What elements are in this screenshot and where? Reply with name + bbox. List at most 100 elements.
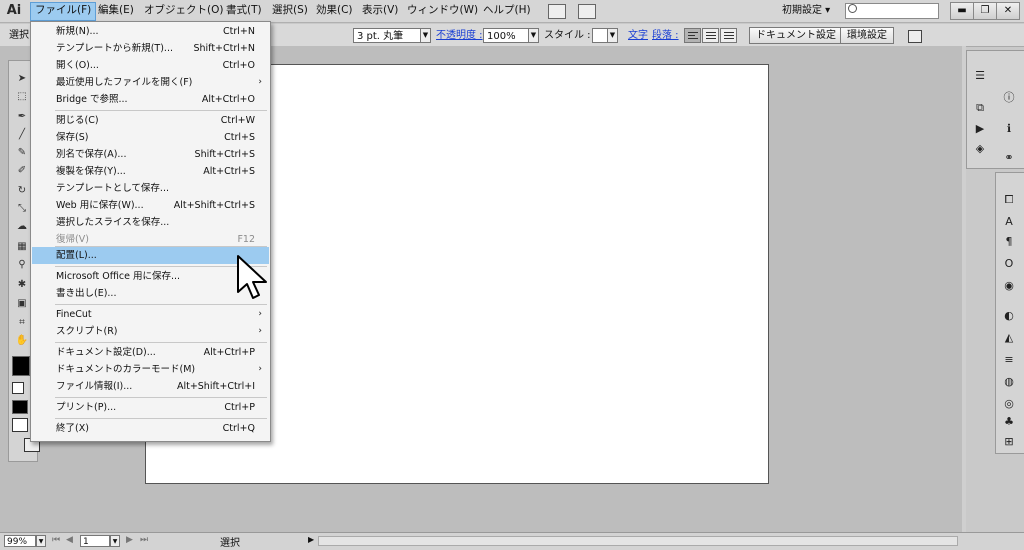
menu-item-exit[interactable]: 終了(X) Ctrl+Q: [32, 420, 269, 437]
menu-item-save-selected-slices[interactable]: 選択したスライスを保存...: [32, 214, 269, 231]
menu-item-document-setup[interactable]: ドキュメント設定(D)... Alt+Ctrl+P: [32, 344, 269, 361]
document-setup-button[interactable]: ドキュメント設定: [749, 27, 843, 44]
paragraph-link[interactable]: 段落 :: [652, 29, 679, 43]
appearance-icon[interactable]: ◉: [1000, 278, 1018, 294]
brush-profile-dropdown[interactable]: ▼: [420, 28, 431, 43]
pencil-tool-icon[interactable]: ✐: [13, 164, 31, 178]
opacity-dropdown[interactable]: ▼: [528, 28, 539, 43]
brushes-icon[interactable]: ⊞: [1000, 434, 1018, 450]
stroke-icon[interactable]: ≡: [1000, 352, 1018, 368]
links-icon[interactable]: ⚭: [1000, 150, 1018, 166]
scale-tool-icon[interactable]: ⤡: [13, 202, 31, 216]
paintbrush-tool-icon[interactable]: ✎: [13, 146, 31, 160]
character-icon[interactable]: A: [1000, 214, 1018, 230]
artboard-number-field[interactable]: 1: [80, 535, 110, 547]
menu-type[interactable]: 書式(T): [222, 2, 266, 19]
menu-edit[interactable]: 編集(E): [94, 2, 138, 19]
align-left-button[interactable]: [684, 28, 701, 43]
menu-item-print[interactable]: プリント(P)... Ctrl+P: [32, 399, 269, 416]
menu-item-open-recent[interactable]: 最近使用したファイルを開く(F) ›: [32, 74, 269, 91]
menu-item-scripts[interactable]: スクリプト(R) ›: [32, 323, 269, 340]
menu-item-save[interactable]: 保存(S) Ctrl+S: [32, 129, 269, 146]
fill-color-swatch[interactable]: [12, 356, 30, 376]
workspace-switcher[interactable]: 初期設定 ▾: [782, 2, 830, 19]
menu-item-document-color-mode[interactable]: ドキュメントのカラーモード(M) ›: [32, 361, 269, 378]
paragraph-icon[interactable]: ¶: [1000, 234, 1018, 250]
prev-artboard-icon[interactable]: ◀: [66, 535, 73, 545]
artboard-tool-icon[interactable]: ▣: [13, 297, 31, 311]
color-mode-icon[interactable]: [12, 400, 28, 414]
bridge-icon[interactable]: [548, 4, 566, 19]
slice-tool-icon[interactable]: ⌗: [13, 316, 31, 330]
zoom-dropdown[interactable]: ▼: [36, 535, 46, 547]
search-input[interactable]: [845, 3, 939, 19]
menu-item-browse-in-bridge[interactable]: Bridge で参照... Alt+Ctrl+O: [32, 91, 269, 108]
menu-item-place[interactable]: 配置(L)...: [32, 247, 269, 264]
rotate-tool-icon[interactable]: ↻: [13, 184, 31, 198]
status-menu-arrow-icon[interactable]: ▶: [308, 535, 314, 544]
menu-window[interactable]: ウィンドウ(W): [403, 2, 482, 19]
transparency-icon[interactable]: ◍: [1000, 374, 1018, 390]
menu-help[interactable]: ヘルプ(H): [479, 2, 535, 19]
info-icon[interactable]: ⓘ: [1000, 90, 1018, 106]
submenu-arrow-icon: ›: [258, 364, 262, 374]
navigator-icon[interactable]: ⧉: [971, 100, 989, 116]
menu-select[interactable]: 選択(S): [268, 2, 312, 19]
preferences-button[interactable]: 環境設定: [840, 27, 894, 44]
horizontal-scrollbar[interactable]: [318, 536, 958, 546]
menu-effect[interactable]: 効果(C): [312, 2, 357, 19]
eyedropper-tool-icon[interactable]: ⚲: [13, 258, 31, 272]
last-artboard-icon[interactable]: ⏭: [140, 535, 148, 545]
graph-tool-icon[interactable]: ▦: [13, 240, 31, 254]
warp-tool-icon[interactable]: ☁: [13, 220, 31, 234]
menu-view[interactable]: 表示(V): [358, 2, 402, 19]
restore-button[interactable]: ❐: [973, 2, 997, 20]
gradient-icon[interactable]: ◭: [1000, 330, 1018, 346]
default-colors-icon[interactable]: [12, 382, 24, 394]
color-icon[interactable]: ◐: [1000, 308, 1018, 324]
align-right-button[interactable]: [720, 28, 737, 43]
zoom-field[interactable]: 99%: [4, 535, 36, 547]
menu-item-save-a-copy[interactable]: 複製を保存(Y)... Alt+Ctrl+S: [32, 163, 269, 180]
panel-menu-icon[interactable]: [908, 30, 922, 43]
menu-item-file-info[interactable]: ファイル情報(I)... Alt+Shift+Ctrl+I: [32, 378, 269, 395]
menu-file[interactable]: ファイル(F): [30, 2, 97, 21]
arrange-documents-icon[interactable]: [578, 4, 596, 19]
pen-tool-icon[interactable]: ✒: [13, 110, 31, 124]
align-center-button[interactable]: [702, 28, 719, 43]
direct-selection-tool-icon[interactable]: ⬚: [13, 90, 31, 104]
symbol-sprayer-tool-icon[interactable]: ✱: [13, 278, 31, 292]
layers-icon[interactable]: ◈: [971, 141, 989, 157]
menu-item-save-for-web[interactable]: Web 用に保存(W)... Alt+Shift+Ctrl+S: [32, 197, 269, 214]
menu-object[interactable]: オブジェクト(O): [140, 2, 227, 19]
drawing-mode-icon[interactable]: [12, 418, 28, 432]
line-tool-icon[interactable]: ╱: [13, 128, 31, 142]
character-link[interactable]: 文字: [628, 29, 648, 43]
menu-item-new[interactable]: 新規(N)... Ctrl+N: [32, 23, 269, 40]
menu-item-save-as[interactable]: 別名で保存(A)... Shift+Ctrl+S: [32, 146, 269, 163]
style-swatch[interactable]: [592, 28, 608, 43]
panel-menu-lines-icon[interactable]: ☰: [971, 68, 989, 84]
document-info-icon[interactable]: ℹ: [1000, 121, 1018, 137]
actions-play-icon[interactable]: ▶: [971, 121, 989, 137]
close-button[interactable]: ✕: [996, 2, 1020, 20]
menu-item-open[interactable]: 開く(O)... Ctrl+O: [32, 57, 269, 74]
graphic-styles-icon[interactable]: ◎: [1000, 396, 1018, 412]
transform-icon[interactable]: ⧠: [1000, 192, 1018, 208]
style-dropdown[interactable]: ▼: [607, 28, 618, 43]
artboard-dropdown[interactable]: ▼: [110, 535, 120, 547]
opentype-icon[interactable]: O: [1000, 256, 1018, 272]
menu-item-export[interactable]: 書き出し(E)...: [32, 285, 269, 302]
menu-item-close[interactable]: 閉じる(C) Ctrl+W: [32, 112, 269, 129]
first-artboard-icon[interactable]: ⏮: [52, 535, 60, 545]
menu-item-save-for-office[interactable]: Microsoft Office 用に保存...: [32, 268, 269, 285]
menu-item-finecut[interactable]: FineCut ›: [32, 306, 269, 323]
menu-item-new-from-template[interactable]: テンプレートから新規(T)... Shift+Ctrl+N: [32, 40, 269, 57]
selection-tool-icon[interactable]: ➤: [13, 72, 31, 86]
next-artboard-icon[interactable]: ▶: [126, 535, 133, 545]
hand-tool-icon[interactable]: ✋: [13, 334, 31, 348]
menu-item-save-as-template[interactable]: テンプレートとして保存...: [32, 180, 269, 197]
minimize-button[interactable]: ▬: [950, 2, 974, 20]
opacity-link[interactable]: 不透明度 :: [436, 29, 483, 43]
symbols-icon[interactable]: ♣: [1000, 414, 1018, 430]
